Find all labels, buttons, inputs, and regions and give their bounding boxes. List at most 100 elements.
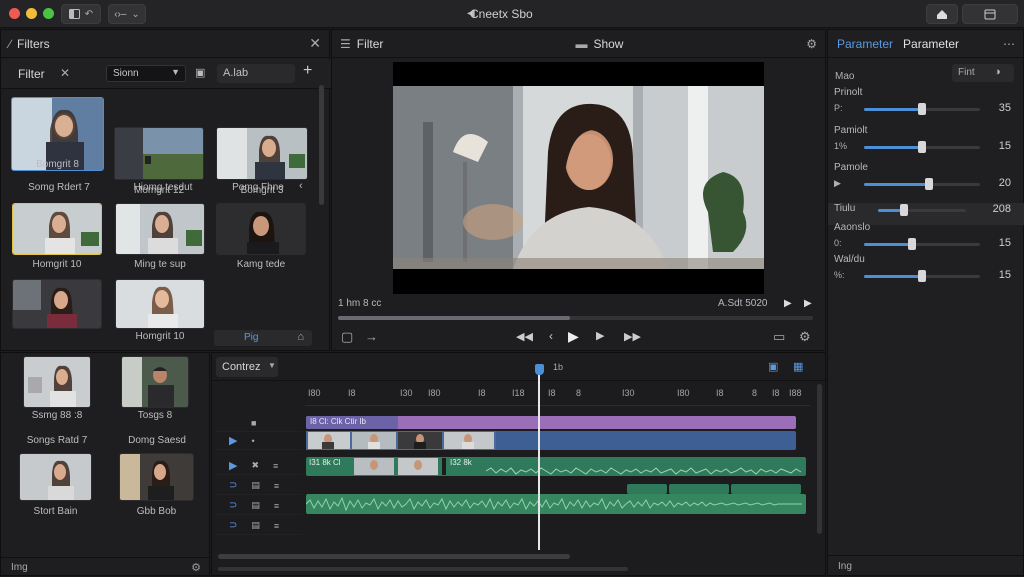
slider-handle[interactable] [918, 270, 926, 282]
grid-icon[interactable]: ▦ [793, 360, 803, 373]
sort-dropdown[interactable]: Sionn ▼ [106, 65, 186, 82]
zoom-window-button[interactable] [43, 8, 54, 19]
track-audio-icon[interactable]: ⊃ [229, 500, 237, 511]
transform-icon[interactable]: → [365, 329, 378, 344]
video-preview[interactable] [393, 62, 764, 294]
params-footer-label: Ing [838, 561, 852, 572]
list-icon[interactable]: ☰ [340, 37, 351, 51]
slider-handle[interactable] [900, 204, 908, 216]
param-value[interactable]: 15 [999, 140, 1011, 152]
slider-handle[interactable] [908, 238, 916, 250]
track-solo-icon[interactable]: ▤ [251, 520, 260, 531]
window-layout-button[interactable] [962, 4, 1018, 24]
next-frame-icon[interactable]: ▶ [804, 298, 812, 309]
play-icon[interactable]: ▶ [568, 328, 579, 345]
sequence-dropdown[interactable]: Contrez ▼ [216, 357, 278, 377]
slider-handle[interactable] [918, 141, 926, 153]
track-play-icon[interactable]: ▶ [229, 459, 237, 472]
track-lock-icon[interactable]: ≡ [274, 481, 279, 491]
minimize-window-button[interactable] [26, 8, 37, 19]
param-value[interactable]: 15 [999, 269, 1011, 281]
playhead-handle[interactable] [535, 364, 544, 375]
track-lock-icon[interactable]: ≡ [273, 461, 278, 471]
ruler-tick: I8 [548, 388, 556, 398]
timeline-scrollbar-h[interactable] [218, 554, 570, 559]
track-play-icon[interactable]: ▶ [229, 434, 237, 447]
filter-thumb-2[interactable] [114, 127, 204, 180]
param-slider[interactable] [864, 141, 980, 153]
track-header-v1: ▶ ✖ ≡ [215, 457, 303, 475]
audio-clip-a1-3[interactable] [731, 484, 801, 494]
video-clip-v1[interactable]: I31 8k Cl I32 8k [306, 457, 806, 476]
media-thumb-3[interactable] [19, 453, 92, 501]
filters-scrollbar[interactable] [319, 85, 324, 205]
track-solo-icon[interactable]: ▤ [251, 480, 260, 491]
tab-parameter-active[interactable]: Parameter [837, 37, 893, 51]
timeline-ruler[interactable] [305, 380, 810, 406]
close-icon[interactable]: ✕ [309, 35, 321, 52]
play-small-icon[interactable]: ▶ [784, 298, 792, 309]
close-window-button[interactable] [9, 8, 20, 19]
track-lock-icon[interactable]: ≡ [274, 501, 279, 511]
search-input[interactable]: A.lab [217, 64, 295, 83]
filter-thumb-8[interactable] [115, 279, 205, 329]
collapse-icon[interactable]: ‹ [299, 180, 303, 192]
snap-icon[interactable]: ▣ [768, 360, 778, 373]
track-toggle-icon[interactable]: • [251, 436, 254, 446]
add-icon[interactable]: + [303, 62, 312, 80]
scrub-bar[interactable] [338, 316, 813, 320]
caption-icon[interactable]: ▭ [773, 329, 785, 345]
playhead[interactable] [538, 366, 540, 550]
param-slider[interactable] [864, 238, 980, 250]
param-slider[interactable] [864, 270, 980, 282]
title-clip[interactable]: I8 Cl: Clk Ctir Ib [306, 416, 796, 429]
clear-filter-icon[interactable]: ✕ [60, 66, 70, 80]
filter-thumb-4[interactable] [12, 203, 102, 255]
viewer-settings-icon[interactable]: ⚙ [799, 329, 811, 345]
timeline-zoom-bar[interactable] [218, 567, 628, 571]
slider-handle[interactable] [918, 103, 926, 115]
track-solo-icon[interactable]: ▤ [251, 500, 260, 511]
find-button[interactable]: Fint ◑ [952, 64, 1014, 82]
filter-thumb-5[interactable] [115, 203, 205, 255]
param-value[interactable]: 35 [999, 102, 1011, 114]
step-forward-icon[interactable]: ▶ [596, 329, 604, 342]
track-lock-icon[interactable]: ■ [251, 418, 256, 428]
crop-icon[interactable]: ▢ [341, 329, 353, 345]
home-button[interactable] [926, 4, 958, 24]
grid-view-icon[interactable]: ▣ [195, 66, 205, 79]
audio-clip-a1-1[interactable] [627, 484, 667, 494]
skip-forward-icon[interactable]: ▶▶ [624, 330, 641, 343]
param-value[interactable]: 15 [999, 237, 1011, 249]
tab-parameter[interactable]: Parameter [903, 37, 959, 51]
filter-thumb-6[interactable] [216, 203, 306, 255]
track-lock-icon[interactable]: ≡ [274, 521, 279, 531]
step-back-icon[interactable]: ‹ [549, 329, 553, 343]
track-audio-icon[interactable]: ⊃ [229, 480, 237, 491]
filter-thumb-3[interactable] [216, 127, 308, 180]
audio-clip-a1-2[interactable] [669, 484, 729, 494]
param-slider[interactable] [878, 204, 966, 216]
settings-icon[interactable]: ⚙ [806, 37, 817, 51]
media-thumb-2[interactable] [121, 356, 189, 408]
param-value[interactable]: 20 [999, 177, 1011, 189]
filters-panel-header: ∕ Filters ✕ [1, 30, 329, 58]
param-slider[interactable] [864, 103, 980, 115]
video-clip-v2[interactable] [306, 431, 796, 450]
track-mute-icon[interactable]: ✖ [251, 460, 259, 471]
param-value[interactable]: 208 [993, 203, 1011, 215]
apply-filter-button[interactable]: Pig ⌂ [214, 330, 312, 346]
track-audio-icon[interactable]: ⊃ [229, 520, 237, 531]
sidebar-toggle-button[interactable]: ↶ [61, 4, 101, 24]
media-thumb-4[interactable] [119, 453, 194, 501]
param-slider[interactable] [864, 178, 980, 190]
more-icon[interactable]: ⋯ [1003, 37, 1015, 51]
skip-back-icon[interactable]: ◀◀ [516, 330, 533, 343]
filter-thumb-7[interactable] [12, 279, 102, 329]
slider-handle[interactable] [925, 178, 933, 190]
view-options-button[interactable]: ‹›– ⌄ [108, 4, 146, 24]
settings-icon[interactable]: ⚙ [191, 561, 201, 574]
timeline-scrollbar-v[interactable] [817, 384, 822, 534]
media-thumb-1[interactable] [23, 356, 91, 408]
audio-clip-a2[interactable] [305, 494, 806, 514]
